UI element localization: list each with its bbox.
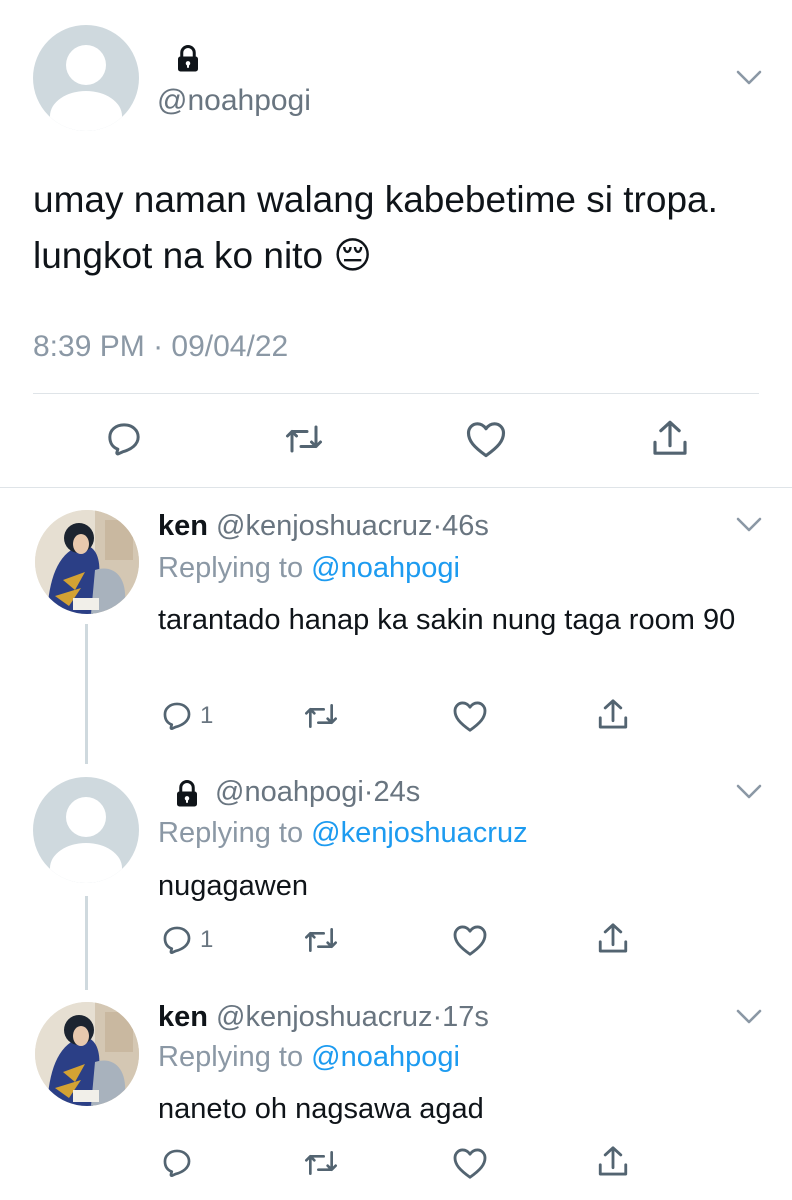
share-button[interactable]: [650, 418, 690, 460]
like-icon: [453, 925, 487, 956]
reply-text: nugagawen: [158, 870, 308, 902]
tweet-timestamp[interactable]: 8:39 PM · 09/04/22: [33, 330, 288, 364]
reply-age: 17s: [442, 1001, 489, 1033]
author-handle[interactable]: @noahpogi: [157, 84, 311, 118]
separator-dot: ·: [432, 1001, 443, 1033]
replying-to-link[interactable]: @noahpogi: [311, 552, 460, 584]
reply-button[interactable]: 1: [160, 923, 213, 957]
reply-header: ken @kenjoshuacruz·17s: [158, 1001, 489, 1034]
author-name[interactable]: ken: [158, 1001, 208, 1033]
retweet-icon: [305, 928, 337, 952]
share-button[interactable]: [596, 921, 630, 957]
replying-to: Replying to @kenjoshuacruz: [158, 817, 528, 850]
chevron-down-icon[interactable]: [735, 1007, 763, 1027]
lock-icon: [172, 779, 202, 809]
tweet-time: 8:39 PM: [33, 330, 145, 363]
reply-button[interactable]: 1: [160, 699, 213, 733]
like-icon: [466, 422, 506, 458]
like-button[interactable]: [452, 923, 488, 957]
avatar[interactable]: [35, 510, 139, 614]
retweet-icon: [305, 1151, 337, 1175]
avatar[interactable]: [33, 777, 139, 883]
divider: [33, 393, 759, 394]
reply-age: 46s: [442, 510, 489, 542]
reply-header: ken @kenjoshuacruz·46s: [158, 510, 489, 543]
author-name[interactable]: ken: [158, 510, 208, 542]
like-icon: [453, 701, 487, 732]
reply-icon: [163, 702, 191, 731]
like-icon: [453, 1148, 487, 1179]
author-handle[interactable]: @kenjoshuacruz: [216, 1001, 432, 1033]
reply-button[interactable]: [104, 419, 144, 459]
reply-age: 24s: [373, 776, 421, 808]
chevron-down-icon[interactable]: [735, 782, 763, 802]
author-handle[interactable]: @kenjoshuacruz: [216, 510, 432, 542]
tweet-date: 09/04/22: [171, 330, 289, 363]
replying-to: Replying to @noahpogi: [158, 552, 460, 585]
replying-to-label: Replying to: [158, 1041, 304, 1073]
reply-icon: [163, 1149, 191, 1178]
retweet-icon: [305, 704, 337, 728]
retweet-icon: [286, 425, 322, 453]
chevron-down-icon[interactable]: [735, 68, 763, 88]
share-button[interactable]: [596, 697, 630, 733]
retweet-button[interactable]: [302, 700, 340, 732]
replying-to-link[interactable]: @kenjoshuacruz: [311, 817, 527, 849]
avatar[interactable]: [33, 25, 139, 131]
avatar[interactable]: [35, 1002, 139, 1106]
retweet-button[interactable]: [302, 1147, 340, 1179]
replying-to-label: Replying to: [158, 817, 304, 849]
share-button[interactable]: [596, 1144, 630, 1180]
separator-dot: ·: [432, 510, 443, 542]
share-icon: [653, 420, 687, 455]
like-button[interactable]: [465, 419, 507, 459]
retweet-button[interactable]: [302, 924, 340, 956]
replying-to-link[interactable]: @noahpogi: [311, 1041, 460, 1073]
author-handle[interactable]: @noahpogi: [215, 776, 364, 808]
reply-count: 1: [200, 702, 214, 729]
replying-to-label: Replying to: [158, 552, 304, 584]
chevron-down-icon[interactable]: [735, 515, 763, 535]
reply-text: naneto oh nagsawa agad: [158, 1093, 484, 1125]
reply-count: 1: [200, 926, 214, 953]
like-button[interactable]: [452, 699, 488, 733]
reply-button[interactable]: [160, 1146, 200, 1180]
like-button[interactable]: [452, 1146, 488, 1180]
separator-dot: ·: [363, 776, 374, 808]
thread-line: [85, 624, 88, 764]
replying-to: Replying to @noahpogi: [158, 1041, 460, 1074]
reply-icon: [163, 926, 191, 955]
thread-line: [85, 896, 88, 990]
tweet-text: umay naman walang kabebetime si tropa. l…: [33, 179, 718, 276]
retweet-button[interactable]: [283, 421, 325, 457]
share-icon: [598, 923, 628, 953]
reply-icon: [108, 423, 140, 456]
reply-text: tarantado hanap ka sakin nung taga room …: [158, 604, 736, 636]
timestamp-separator: ·: [153, 330, 164, 363]
share-icon: [598, 699, 628, 729]
lock-icon: [173, 44, 203, 74]
divider: [0, 487, 792, 488]
reply-header: @noahpogi·24s: [215, 776, 420, 809]
share-icon: [598, 1146, 628, 1176]
